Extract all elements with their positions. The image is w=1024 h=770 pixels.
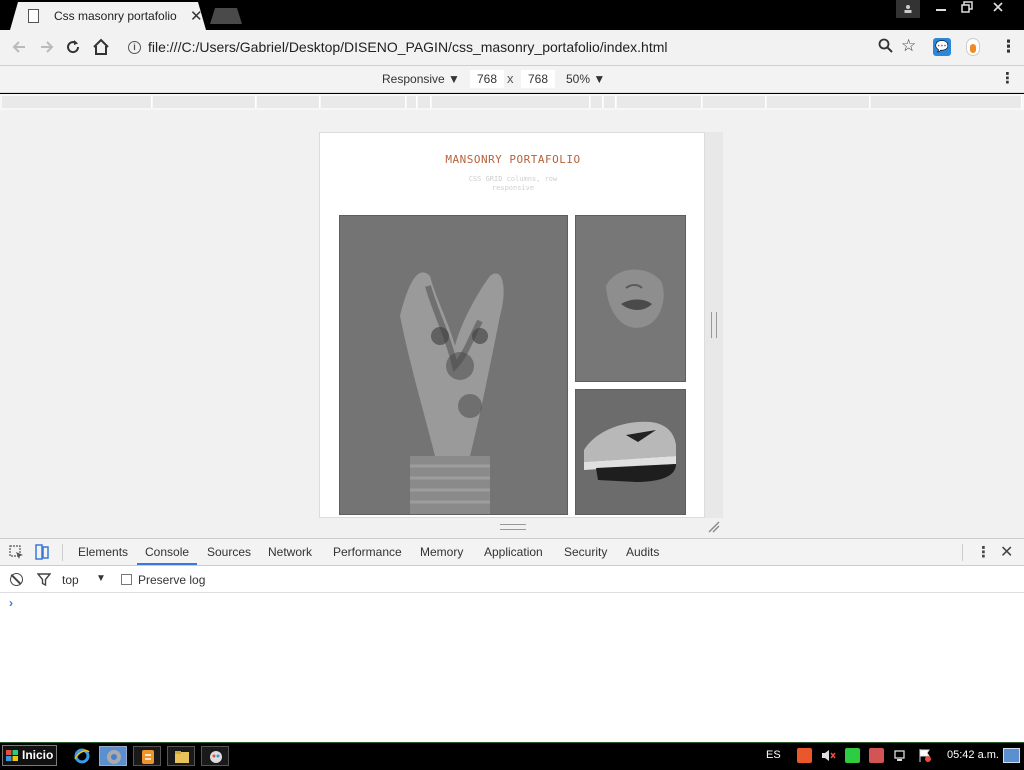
- browser-tab-active[interactable]: Css masonry portafolio ✕: [10, 2, 206, 30]
- emulated-page: MANSONRY PORTAFOLIO CSS GRID columns, ro…: [319, 132, 705, 518]
- tab-audits[interactable]: Audits: [626, 545, 659, 559]
- media-query-ruler: [0, 94, 1024, 110]
- ruler-segment[interactable]: [591, 96, 603, 108]
- restore-window-button[interactable]: [954, 0, 980, 18]
- preserve-log-label[interactable]: Preserve log: [138, 573, 205, 587]
- system-clock[interactable]: 05:42 a.m.: [947, 749, 999, 761]
- filter-icon[interactable]: [36, 573, 52, 589]
- tab-performance[interactable]: Performance: [333, 545, 402, 559]
- photo-lips: [575, 215, 686, 382]
- viewport-width-input[interactable]: 768: [470, 70, 504, 88]
- minimize-window-button[interactable]: [928, 0, 954, 18]
- ruler-segment[interactable]: [2, 96, 152, 108]
- start-label: Inicio: [22, 748, 54, 762]
- taskbar-paint-app[interactable]: [201, 746, 229, 766]
- extension-icon[interactable]: [966, 38, 980, 56]
- tab-sources[interactable]: Sources: [207, 545, 251, 559]
- reload-button[interactable]: [62, 36, 84, 58]
- flag-tray-icon[interactable]: [917, 748, 932, 763]
- os-taskbar: Inicio ES 05:42 a.m.: [0, 742, 1024, 768]
- tab-network[interactable]: Network: [268, 545, 312, 559]
- device-toolbar-toggle-icon[interactable]: [35, 544, 49, 561]
- volume-muted-icon[interactable]: [821, 748, 836, 763]
- tab-application[interactable]: Application: [484, 545, 543, 559]
- new-tab-button[interactable]: [210, 8, 242, 24]
- page-title: MANSONRY PORTAFOLIO: [445, 153, 581, 166]
- tab-memory[interactable]: Memory: [420, 545, 463, 559]
- photo-hands: [339, 215, 568, 515]
- tab-title: Css masonry portafolio: [54, 9, 177, 23]
- tab-elements[interactable]: Elements: [78, 545, 128, 559]
- bookmark-star-icon[interactable]: ☆: [901, 36, 916, 56]
- device-select[interactable]: Responsive ▼: [382, 72, 460, 86]
- browser-menu-icon[interactable]: ⋮: [1000, 37, 1017, 57]
- ruler-segment[interactable]: [407, 96, 417, 108]
- inspect-element-icon[interactable]: [9, 545, 24, 560]
- zoom-select[interactable]: 50% ▼: [566, 72, 605, 86]
- ruler-segment[interactable]: [617, 96, 702, 108]
- taskbar-explorer-app[interactable]: [167, 746, 195, 766]
- browser-titlebar: Css masonry portafolio ✕: [0, 0, 1024, 30]
- ruler-segment[interactable]: [432, 96, 590, 108]
- taskbar-chrome-app[interactable]: [99, 746, 127, 766]
- dimension-separator: x: [507, 71, 514, 86]
- language-indicator[interactable]: ES: [766, 749, 781, 761]
- ruler-segment[interactable]: [767, 96, 870, 108]
- device-toolbar-menu-icon[interactable]: ⋮: [1000, 69, 1015, 87]
- taskbar-sublime-app[interactable]: [133, 746, 161, 766]
- network-tray-icon[interactable]: [893, 748, 908, 763]
- show-desktop-button[interactable]: [1003, 748, 1020, 763]
- media-tray-icon[interactable]: [845, 748, 860, 763]
- page-icon: [28, 9, 39, 23]
- dropdown-arrow-icon[interactable]: ▼: [96, 573, 106, 584]
- forward-button[interactable]: [36, 36, 58, 58]
- viewport-resize-handle-right[interactable]: [711, 312, 717, 338]
- security-tray-icon[interactable]: [869, 748, 884, 763]
- toolbar-divider: [62, 544, 63, 561]
- windows-flag-icon: [6, 750, 18, 761]
- tab-security[interactable]: Security: [564, 545, 607, 559]
- xampp-tray-icon[interactable]: [797, 748, 812, 763]
- site-info-icon[interactable]: i: [128, 41, 141, 54]
- ie-quicklaunch-icon[interactable]: [73, 747, 91, 765]
- page-subtitle: CSS GRID columns, row responsive: [468, 175, 558, 192]
- profile-icon[interactable]: [896, 0, 920, 18]
- ruler-segment[interactable]: [257, 96, 320, 108]
- ruler-segment[interactable]: [703, 96, 766, 108]
- address-bar[interactable]: file:///C:/Users/Gabriel/Desktop/DISENO_…: [148, 39, 667, 55]
- tab-console[interactable]: Console: [145, 545, 189, 559]
- home-button[interactable]: [90, 36, 112, 58]
- toolbar-divider: [962, 544, 963, 561]
- console-context-select[interactable]: top: [62, 573, 79, 587]
- back-button[interactable]: [8, 36, 30, 58]
- ruler-segment[interactable]: [604, 96, 616, 108]
- zoom-icon[interactable]: [878, 38, 893, 57]
- ruler-segment[interactable]: [321, 96, 406, 108]
- viewport-height-input[interactable]: 768: [521, 70, 555, 88]
- ruler-segment[interactable]: [153, 96, 256, 108]
- devtools-close-icon[interactable]: ✕: [1000, 542, 1013, 562]
- active-tab-indicator: [137, 563, 197, 565]
- console-toolbar: top ▼ Preserve log: [0, 566, 1024, 593]
- devtools-tabbar: Elements Console Sources Network Perform…: [0, 539, 1024, 566]
- viewport-resize-handle-bottom[interactable]: [500, 524, 526, 530]
- browser-toolbar: i file:///C:/Users/Gabriel/Desktop/DISEN…: [0, 30, 1024, 66]
- photo-sneaker: [575, 389, 686, 515]
- devtools-menu-icon[interactable]: ⋮: [976, 543, 991, 561]
- device-toolbar: Responsive ▼ 768 x 768 50% ▼ ⋮: [0, 66, 1024, 93]
- start-button[interactable]: Inicio: [2, 745, 57, 766]
- ruler-segment[interactable]: [418, 96, 431, 108]
- tab-close-icon[interactable]: ✕: [190, 7, 203, 25]
- emulated-viewport-area: MANSONRY PORTAFOLIO CSS GRID columns, ro…: [0, 110, 1024, 538]
- ruler-segment[interactable]: [871, 96, 1022, 108]
- devtools-panel: Elements Console Sources Network Perform…: [0, 538, 1024, 742]
- viewport-resize-corner-icon[interactable]: [707, 520, 721, 534]
- extension-chat-icon[interactable]: 💬: [933, 38, 951, 56]
- console-prompt-icon[interactable]: ›: [9, 596, 13, 610]
- clear-console-icon[interactable]: [10, 573, 23, 586]
- close-window-button[interactable]: [982, 0, 1014, 18]
- preserve-log-checkbox[interactable]: [121, 574, 132, 585]
